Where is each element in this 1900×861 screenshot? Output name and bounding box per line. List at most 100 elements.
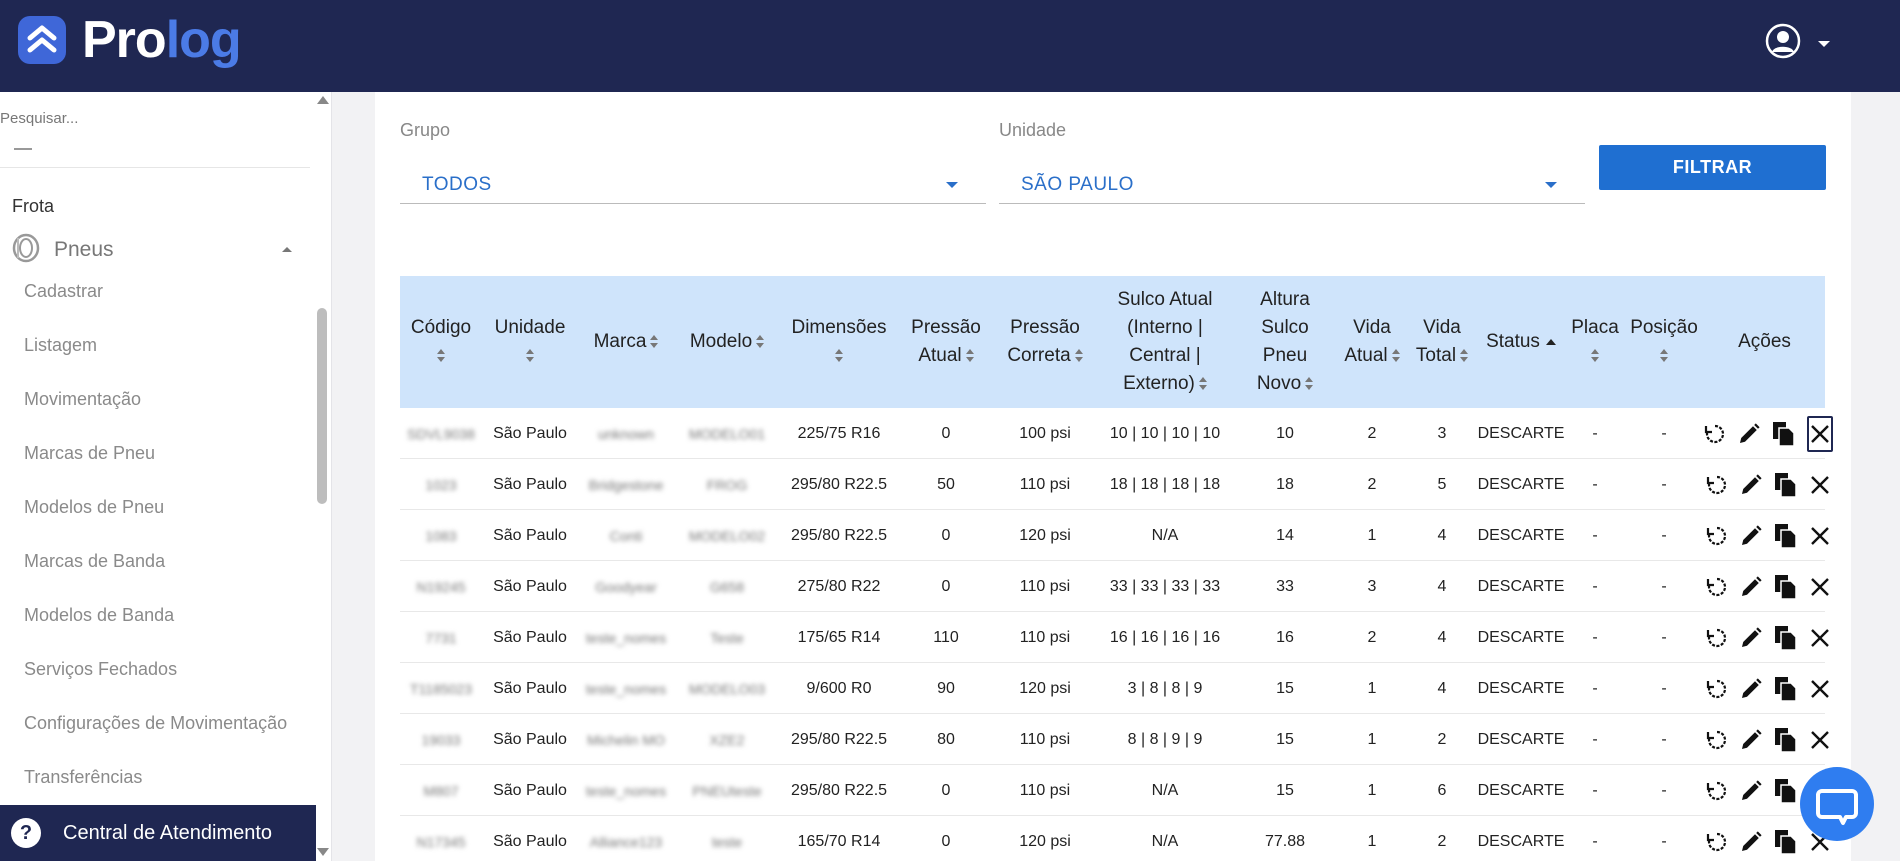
copy-icon[interactable] xyxy=(1771,420,1797,448)
sidebar-item-listagem[interactable]: Listagem xyxy=(24,334,287,388)
sidebar-item-cadastrar[interactable]: Cadastrar xyxy=(24,280,287,334)
user-menu[interactable] xyxy=(1764,22,1830,65)
copy-icon[interactable] xyxy=(1773,624,1799,652)
scroll-down-arrow-icon[interactable] xyxy=(317,848,329,856)
sort-icon[interactable] xyxy=(965,348,974,363)
sort-icon[interactable] xyxy=(1391,348,1400,363)
scroll-up-arrow-icon[interactable] xyxy=(317,96,329,104)
close-icon[interactable] xyxy=(1809,627,1831,649)
unidade-select[interactable]: SÃO PAULO xyxy=(999,160,1585,204)
edit-pencil-icon[interactable] xyxy=(1737,422,1761,446)
column-header-vida-atual[interactable]: Vida Atual xyxy=(1336,276,1408,408)
restore-icon[interactable] xyxy=(1705,575,1729,599)
sort-icon[interactable] xyxy=(834,348,843,363)
column-header-text: Marca xyxy=(594,328,659,356)
copy-icon[interactable] xyxy=(1773,573,1799,601)
edit-pencil-icon[interactable] xyxy=(1739,473,1763,497)
copy-icon[interactable] xyxy=(1773,675,1799,703)
sort-icon[interactable] xyxy=(1591,348,1599,363)
sort-icon[interactable] xyxy=(650,334,659,349)
restore-icon[interactable] xyxy=(1705,779,1729,803)
scrollbar-thumb[interactable] xyxy=(317,308,327,504)
restore-icon[interactable] xyxy=(1705,626,1729,650)
sort-icon[interactable] xyxy=(526,348,534,363)
column-header-pressao-correta[interactable]: Pressão Correta xyxy=(994,276,1096,408)
sidebar-item-servicos-fechados[interactable]: Serviços Fechados xyxy=(24,658,287,712)
edit-pencil-icon[interactable] xyxy=(1739,626,1763,650)
table-row[interactable]: N17345 São Paulo Alliance123 teste 165/70 R1… xyxy=(400,816,1829,861)
cell-text: 10 | 10 | 10 | 10 xyxy=(1109,424,1221,442)
column-header-vida-total[interactable]: Vida Total xyxy=(1408,276,1476,408)
grupo-select[interactable]: TODOS xyxy=(400,160,986,204)
sidebar-item-modelos-de-pneu[interactable]: Modelos de Pneu xyxy=(24,496,287,550)
sidebar-group-pneus[interactable]: Pneus xyxy=(12,232,302,268)
copy-icon[interactable] xyxy=(1773,726,1799,754)
sort-icon[interactable] xyxy=(1460,348,1469,363)
search-field[interactable]: Pesquisar... xyxy=(0,110,310,168)
column-header-codigo[interactable]: Código xyxy=(400,276,482,408)
close-icon[interactable] xyxy=(1809,525,1831,547)
close-icon[interactable] xyxy=(1809,678,1831,700)
close-icon[interactable] xyxy=(1809,729,1831,751)
column-header-placa[interactable]: Placa xyxy=(1566,276,1624,408)
table-row[interactable]: N19245 São Paulo Goodyear G658 275/80 R22 0 11… xyxy=(400,561,1829,612)
sort-icon[interactable] xyxy=(1659,348,1668,363)
close-icon[interactable] xyxy=(1806,415,1833,452)
table-cell-vida-total: 4 xyxy=(1408,612,1476,663)
column-header-posicao[interactable]: Posição xyxy=(1624,276,1704,408)
sidebar-item-marcas-de-banda[interactable]: Marcas de Banda xyxy=(24,550,287,604)
column-header-altura-sulco[interactable]: Altura Sulco Pneu Novo xyxy=(1234,276,1336,408)
copy-icon[interactable] xyxy=(1773,777,1799,805)
restore-icon[interactable] xyxy=(1705,830,1729,854)
filter-button[interactable]: FILTRAR xyxy=(1599,145,1826,190)
cell-text: 4 xyxy=(1437,526,1447,544)
sidebar-item-movimentacao[interactable]: Movimentação xyxy=(24,388,287,442)
table-row[interactable]: M807 São Paulo teste_nomes PNEUteste 295/80 … xyxy=(400,765,1829,816)
cell-text: - xyxy=(1592,679,1598,697)
search-input-placeholder[interactable]: Pesquisar... xyxy=(0,110,78,127)
sort-icon[interactable] xyxy=(1305,376,1314,391)
edit-pencil-icon[interactable] xyxy=(1739,524,1763,548)
table-row[interactable]: 1083 São Paulo Conti MODELO02 295/80 R22.5 0 1… xyxy=(400,510,1829,561)
edit-pencil-icon[interactable] xyxy=(1739,575,1763,599)
sidebar-item-modelos-de-banda[interactable]: Modelos de Banda xyxy=(24,604,287,658)
column-header-pressao-atual[interactable]: Pressão Atual xyxy=(898,276,994,408)
sort-ascending-icon[interactable] xyxy=(1545,338,1556,345)
column-header-marca[interactable]: Marca xyxy=(578,276,674,408)
sidebar-item-configuracoes-movimentacao[interactable]: Configurações de Movimentação xyxy=(24,712,287,766)
chat-button[interactable] xyxy=(1800,767,1874,841)
sort-icon[interactable] xyxy=(756,334,765,349)
edit-pencil-icon[interactable] xyxy=(1739,779,1763,803)
sort-icon[interactable] xyxy=(1074,348,1083,363)
table-row[interactable]: 19033 São Paulo Michelin MO XZE2 295/80 R22.… xyxy=(400,714,1829,765)
restore-icon[interactable] xyxy=(1705,677,1729,701)
restore-icon[interactable] xyxy=(1705,728,1729,752)
table-row[interactable]: 7731 São Paulo teste_nomes Teste 175/65 R14 1… xyxy=(400,612,1829,663)
logo[interactable]: Prolog xyxy=(18,14,242,66)
table-row[interactable]: T1185023 São Paulo teste_nomes MODELO03 9/60… xyxy=(400,663,1829,714)
sort-icon[interactable] xyxy=(1198,376,1207,391)
column-header-sulco-atual[interactable]: Sulco Atual (Interno | Central | Externo) xyxy=(1096,276,1234,408)
table-row[interactable]: 1023 São Paulo Bridgestone FROG 295/80 R22.5… xyxy=(400,459,1829,510)
edit-pencil-icon[interactable] xyxy=(1739,728,1763,752)
column-header-modelo[interactable]: Modelo xyxy=(674,276,780,408)
restore-icon[interactable] xyxy=(1705,473,1729,497)
copy-icon[interactable] xyxy=(1773,522,1799,550)
copy-icon[interactable] xyxy=(1773,828,1799,856)
column-header-status[interactable]: Status xyxy=(1476,276,1566,408)
column-header-dimensoes[interactable]: Dimensões xyxy=(780,276,898,408)
sidebar-scrollbar[interactable] xyxy=(315,92,329,861)
table-row[interactable]: SDVL9038 São Paulo unknown MODELO01 225/75 R… xyxy=(400,408,1833,459)
edit-pencil-icon[interactable] xyxy=(1739,677,1763,701)
close-icon[interactable] xyxy=(1809,576,1831,598)
help-center-button[interactable]: ? Central de Atendimento xyxy=(0,805,316,861)
copy-icon[interactable] xyxy=(1773,471,1799,499)
restore-icon[interactable] xyxy=(1705,524,1729,548)
restore-icon[interactable] xyxy=(1703,422,1727,446)
column-header-unidade[interactable]: Unidade xyxy=(482,276,578,408)
sort-icon[interactable] xyxy=(437,348,445,363)
edit-pencil-icon[interactable] xyxy=(1739,830,1763,854)
close-icon[interactable] xyxy=(1809,474,1831,496)
cell-text: São Paulo xyxy=(493,577,567,595)
sidebar-item-marcas-de-pneu[interactable]: Marcas de Pneu xyxy=(24,442,287,496)
